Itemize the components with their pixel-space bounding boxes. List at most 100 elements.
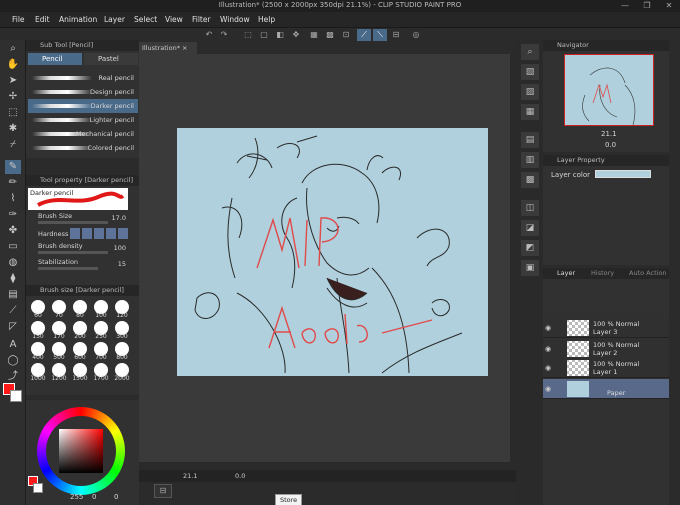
brush-lighter-pencil[interactable]: Lighter pencil xyxy=(28,113,138,127)
brush-size-value[interactable]: 17.0 xyxy=(112,214,126,222)
material-dock-icon[interactable]: ▧ xyxy=(521,64,539,80)
snap-special-ruler-icon[interactable]: ⟍ xyxy=(373,29,387,41)
close-tab-icon[interactable]: × xyxy=(182,44,187,52)
color-square[interactable] xyxy=(59,429,103,473)
snap-grid-icon[interactable]: ⊟ xyxy=(389,29,403,41)
auto-select-icon[interactable]: ✱ xyxy=(5,122,21,136)
redo-icon[interactable]: ↷ xyxy=(217,29,231,41)
material-dock-icon-8[interactable]: ◪ xyxy=(521,220,539,236)
horizontal-scrollbar[interactable] xyxy=(139,462,516,470)
brush-design-pencil[interactable]: Design pencil xyxy=(28,85,138,99)
visibility-eye-icon[interactable]: ◉ xyxy=(545,385,551,393)
deselect-icon[interactable]: ▢ xyxy=(257,29,271,41)
clear-icon[interactable]: ▦ xyxy=(307,29,321,41)
material-dock-icon-2[interactable]: ▨ xyxy=(521,84,539,100)
figure-icon[interactable]: ⟋ xyxy=(5,304,21,318)
transform-icon[interactable]: ✥ xyxy=(289,29,303,41)
blend-icon[interactable]: ◍ xyxy=(5,256,21,270)
airbrush-icon[interactable]: ✑ xyxy=(5,208,21,222)
menu-animation[interactable]: Animation xyxy=(59,15,97,24)
brush-mechanical-pencil[interactable]: Mechanical pencil xyxy=(28,127,138,141)
material-dock-icon-6[interactable]: ▩ xyxy=(521,172,539,188)
stabilization-value[interactable]: 15 xyxy=(118,260,126,268)
zoom-icon[interactable]: ⌕ xyxy=(5,42,21,56)
tab-layer[interactable]: Layer xyxy=(557,268,575,279)
brush-density-value[interactable]: 100 xyxy=(114,244,126,252)
move-layer-icon[interactable]: ✢ xyxy=(5,90,21,104)
menu-layer[interactable]: Layer xyxy=(104,15,125,24)
layer-row-paper[interactable]: ◉ Paper xyxy=(543,379,669,399)
current-sub-color[interactable] xyxy=(33,483,43,493)
stabilization-row[interactable]: Stabilization 15 xyxy=(28,258,138,270)
pen-icon[interactable]: ✎ xyxy=(5,160,21,174)
layer-color-swatch[interactable] xyxy=(595,170,651,178)
document-tab[interactable]: Illustration* × xyxy=(139,42,197,54)
select-all-icon[interactable]: ⬚ xyxy=(241,29,255,41)
minimize-button[interactable]: — xyxy=(617,0,633,12)
crop-icon[interactable]: ⊡ xyxy=(339,29,353,41)
close-button[interactable]: ✕ xyxy=(661,0,677,12)
tab-auto-action[interactable]: Auto Action xyxy=(629,268,667,279)
layer-row-layer-3[interactable]: ◉ 100 % Normal Layer 3 xyxy=(543,318,669,338)
material-dock-icon-9[interactable]: ◩ xyxy=(521,240,539,256)
menu-select[interactable]: Select xyxy=(134,15,157,24)
zoom-value[interactable]: 21.1 xyxy=(183,472,197,480)
visibility-eye-icon[interactable]: ◉ xyxy=(545,345,551,353)
selection-icon[interactable]: ⬚ xyxy=(5,106,21,120)
sub-color-swatch[interactable] xyxy=(10,390,22,402)
hardness-row[interactable]: Hardness xyxy=(28,228,138,240)
correct-line-icon[interactable]: ⤴ xyxy=(5,370,21,384)
material-dock-icon-5[interactable]: ▥ xyxy=(521,152,539,168)
menu-help[interactable]: Help xyxy=(258,15,275,24)
eyedropper-icon[interactable]: ⌿ xyxy=(5,138,21,152)
fill-tool-icon[interactable]: ⧫ xyxy=(5,272,21,286)
maximize-button[interactable]: ❐ xyxy=(639,0,655,12)
material-dock-icon-3[interactable]: ▦ xyxy=(521,104,539,120)
balloon-icon[interactable]: ◯ xyxy=(5,354,21,368)
navigator-preview[interactable] xyxy=(564,54,654,126)
brush-darker-pencil[interactable]: Darker pencil xyxy=(28,99,138,113)
frame-icon[interactable]: ◸ xyxy=(5,320,21,334)
navigator-rotation[interactable]: 0.0 xyxy=(605,141,616,149)
vertical-scrollbar[interactable] xyxy=(510,54,516,462)
material-dock-icon-4[interactable]: ▤ xyxy=(521,132,539,148)
menu-view[interactable]: View xyxy=(165,15,183,24)
text-icon[interactable]: A xyxy=(5,338,21,352)
brush-density-row[interactable]: Brush density 100 xyxy=(28,242,138,254)
fill-icon[interactable]: ▩ xyxy=(323,29,337,41)
clip-studio-icon[interactable]: ◎ xyxy=(409,29,423,41)
menu-edit[interactable]: Edit xyxy=(35,15,50,24)
menu-file[interactable]: File xyxy=(12,15,25,24)
artwork-canvas[interactable] xyxy=(177,128,488,376)
snap-ruler-icon[interactable]: ⟋ xyxy=(357,29,371,41)
tab-pencil[interactable]: Pencil xyxy=(28,53,82,65)
gradient-icon[interactable]: ▤ xyxy=(5,288,21,302)
menu-window[interactable]: Window xyxy=(220,15,250,24)
layer-row-layer-1[interactable]: ◉ 100 % Normal Layer 1 xyxy=(543,358,669,378)
undo-icon[interactable]: ↶ xyxy=(202,29,216,41)
navigator-dock-icon[interactable]: ⌕ xyxy=(521,44,539,60)
hardness-steps[interactable] xyxy=(70,228,128,239)
brush-size-row[interactable]: Brush Size 17.0 xyxy=(28,212,138,224)
material-dock-icon-10[interactable]: ▣ xyxy=(521,260,539,276)
material-dock-icon-7[interactable]: ◫ xyxy=(521,200,539,216)
tab-history[interactable]: History xyxy=(591,268,614,279)
menu-filter[interactable]: Filter xyxy=(192,15,211,24)
eraser-icon[interactable]: ▭ xyxy=(5,240,21,254)
operation-icon[interactable]: ➤ xyxy=(5,74,21,88)
visibility-eye-icon[interactable]: ◉ xyxy=(545,324,551,332)
brush-colored-pencil[interactable]: Colored pencil xyxy=(28,141,138,155)
visibility-eye-icon[interactable]: ◉ xyxy=(545,364,551,372)
pencil-icon[interactable]: ✏ xyxy=(5,176,21,190)
layer-row-layer-2[interactable]: ◉ 100 % Normal Layer 2 xyxy=(543,339,669,359)
tab-pastel[interactable]: Pastel xyxy=(84,53,138,65)
navigator-zoom[interactable]: 21.1 xyxy=(601,130,617,138)
invert-selection-icon[interactable]: ◧ xyxy=(273,29,287,41)
color-wheel[interactable] xyxy=(37,407,125,495)
brush-icon[interactable]: ⌇ xyxy=(5,192,21,206)
rotation-value[interactable]: 0.0 xyxy=(235,472,245,480)
brush-real-pencil[interactable]: Real pencil xyxy=(28,71,138,85)
move-icon[interactable]: ✋ xyxy=(5,58,21,72)
decoration-icon[interactable]: ✤ xyxy=(5,224,21,238)
show-panels-button[interactable]: ⊟ xyxy=(154,484,172,498)
